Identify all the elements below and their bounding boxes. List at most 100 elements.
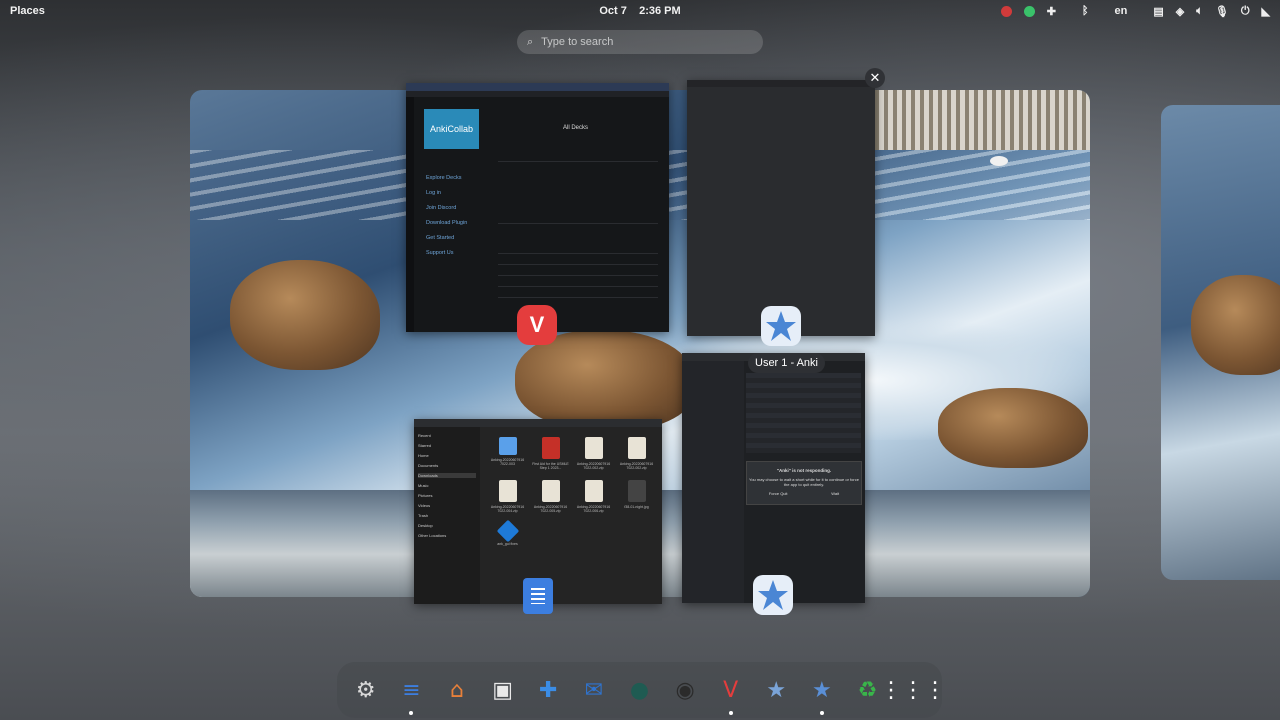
files-sidebar: Recent Starred Home Documents Downloads …: [414, 427, 480, 604]
files-header-bar: [414, 419, 662, 427]
obs-glyph: ◉: [675, 677, 695, 703]
anki-app-icon[interactable]: ★: [804, 672, 840, 715]
settings-glyph: ⚙: [355, 677, 376, 703]
settings-app-icon[interactable]: ⚙: [348, 672, 384, 708]
table-row: [498, 254, 658, 265]
date-label: Oct 7: [599, 5, 627, 17]
clipboard-icon[interactable]: ▤: [1153, 5, 1163, 18]
status-indicator-icon[interactable]: [1023, 5, 1035, 17]
nav-link: Download Plugin: [426, 220, 468, 226]
anki-menu-bar: [687, 80, 875, 87]
ankicollab-logo: AnkiCollab: [424, 109, 479, 149]
table-row: [498, 276, 658, 287]
search-icon: ⌕: [527, 35, 534, 48]
file-item: Anking-20220607916 7022-002.zip: [615, 437, 658, 470]
anki-glyph: ★: [812, 677, 832, 703]
folder-icon: [498, 437, 517, 455]
system-tray: ✚ ᛒ en ▤ ◈ 🔈︎ 🎙︎ ⏻ ◣: [1000, 5, 1270, 18]
bear-wallpaper-detail: [515, 330, 695, 430]
files-window-thumbnail[interactable]: Recent Starred Home Documents Downloads …: [414, 419, 662, 604]
flathub-app-icon[interactable]: ▣: [485, 672, 521, 708]
thunderbird-app-icon[interactable]: ✉: [576, 672, 612, 708]
bluetooth-icon[interactable]: ᛒ: [1082, 5, 1089, 17]
vivaldi-icon: V: [517, 305, 557, 345]
nav-link: Support Us: [426, 250, 454, 256]
app-grid-icon[interactable]: ⋮⋮⋮: [880, 672, 946, 708]
vivaldi-window-thumbnail[interactable]: AnkiCollab Explore Decks Log in Join Dis…: [406, 83, 669, 332]
zip-file-icon: [584, 437, 603, 459]
input-source-indicator[interactable]: en: [1115, 5, 1128, 17]
sidebar-item: Desktop: [418, 523, 433, 528]
top-bar: Places Oct 7 2:36 PM ✚ ᛒ en ▤ ◈ 🔈︎ 🎙︎ ⏻ …: [0, 0, 1280, 22]
anki-toolbar: [687, 87, 875, 95]
sidebar-item: Music: [418, 483, 429, 488]
obs-app-icon[interactable]: ◉: [667, 672, 703, 708]
zip-file-icon: [584, 480, 603, 502]
file-item: f38-01-night.jpg: [615, 480, 658, 513]
page-heading: All Decks: [563, 125, 589, 131]
search-input[interactable]: [541, 36, 742, 48]
zip-file-icon: [627, 437, 646, 459]
discord-like-app-icon[interactable]: ●: [621, 672, 657, 708]
running-indicator: [728, 711, 733, 715]
volume-icon[interactable]: 🔈︎: [1196, 5, 1203, 18]
file-item: Anking-20220607916 7022-004.zip: [486, 480, 529, 513]
text-editor-icon: [523, 578, 553, 614]
anki-browser-window-thumbnail[interactable]: "Anki" is not responding. You may choose…: [682, 353, 865, 603]
software-store-glyph: ⌂: [450, 677, 464, 703]
sidebar-item: Starred: [418, 443, 432, 448]
dialog-text: You may choose to wait a short while for…: [749, 477, 859, 487]
power-icon[interactable]: ⏻: [1241, 5, 1250, 18]
anki-main-window-thumbnail[interactable]: [687, 80, 875, 336]
sidebar-item: Recent: [418, 433, 431, 438]
bear-wallpaper-detail: [230, 260, 380, 370]
thunderbird-glyph: ✉: [584, 677, 604, 703]
browser-address-bar: [406, 91, 669, 97]
network-icon[interactable]: ◈: [1176, 5, 1184, 18]
file-item: ank_gui fixes: [486, 519, 529, 546]
wait-button: Wait: [831, 491, 840, 496]
sidebar-item: Videos: [418, 503, 431, 508]
battery-icon[interactable]: ◣: [1262, 5, 1270, 18]
microphone-icon[interactable]: 🎙︎: [1215, 5, 1229, 18]
vivaldi-glyph: V: [723, 677, 739, 703]
trash-glyph: ♻: [857, 677, 878, 703]
software-store-app-icon[interactable]: ⌂: [439, 672, 475, 708]
decks-table: [498, 151, 658, 298]
close-window-button[interactable]: ✕: [865, 68, 885, 88]
clock[interactable]: Oct 7 2:36 PM: [599, 5, 680, 17]
extensions-glyph: ✚: [539, 677, 558, 703]
nav-link: Join Discord: [426, 205, 457, 211]
extensions-app-icon[interactable]: ✚: [530, 672, 566, 708]
anki-browser-card-list: [746, 373, 861, 453]
table-row: [498, 287, 658, 298]
file-item: Anking-20220607916 7022-006.zip: [572, 480, 615, 513]
time-label: 2:36 PM: [639, 5, 681, 17]
text-editor-app-icon[interactable]: ≡: [393, 672, 429, 715]
table-row: [498, 224, 658, 254]
script-file-icon: [496, 519, 519, 543]
running-indicator: [409, 711, 414, 715]
nav-link: Get Started: [426, 235, 455, 241]
file-item: Anking-20220607916 7022-005.zip: [529, 480, 572, 513]
recording-indicator-icon[interactable]: [1000, 5, 1012, 17]
sidebar-item: Trash: [418, 513, 429, 518]
force-quit-button: Force Quit: [768, 491, 788, 496]
sidebar-item: Documents: [418, 463, 439, 468]
zip-file-icon: [541, 480, 560, 502]
search-bar[interactable]: ⌕: [517, 30, 763, 54]
next-workspace-preview[interactable]: [1161, 105, 1280, 580]
anki-icon: [761, 306, 801, 346]
zip-file-icon: [498, 480, 517, 502]
extension-puzzle-icon[interactable]: ✚: [1047, 5, 1056, 18]
bear-wallpaper-detail: [1191, 275, 1280, 375]
app-grid-icon-glyph: ⋮⋮⋮: [880, 677, 947, 703]
discord-like-glyph: ●: [629, 677, 650, 703]
flathub-glyph: ▣: [492, 677, 514, 703]
vivaldi-app-icon[interactable]: V: [713, 672, 749, 715]
table-row: [498, 162, 658, 224]
activities-button[interactable]: Places: [10, 5, 45, 17]
anki-browser-sidebar: [682, 361, 744, 603]
star-app-icon[interactable]: ★: [758, 672, 794, 708]
sidebar-item: Downloads: [418, 473, 476, 478]
